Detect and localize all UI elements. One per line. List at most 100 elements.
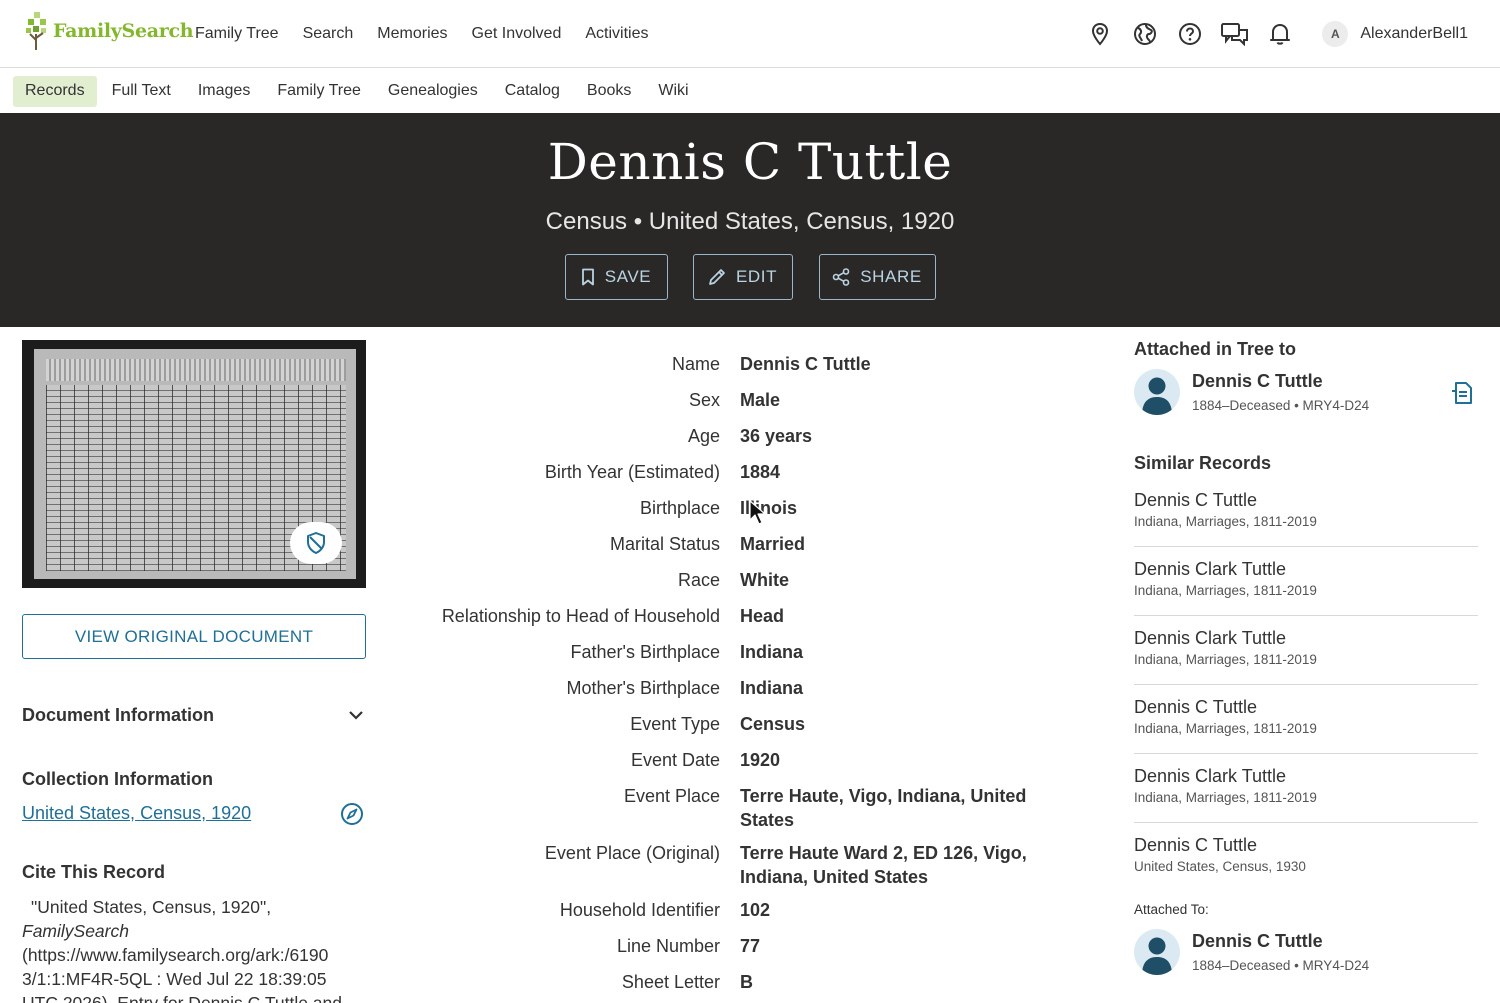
attached-person-meta: 1884–Deceased • MRY4-D24	[1192, 398, 1370, 413]
nav-get-involved[interactable]: Get Involved	[460, 25, 574, 43]
nav-search[interactable]: Search	[291, 25, 366, 43]
nav-activities[interactable]: Activities	[573, 25, 660, 43]
similar-record-name[interactable]: Dennis Clark Tuttle	[1134, 627, 1478, 649]
record-image-thumbnail[interactable]	[22, 340, 366, 588]
citation-source: FamilySearch	[22, 921, 129, 941]
subnav-wiki[interactable]: Wiki	[646, 76, 700, 107]
fact-label: Sheet Letter	[621, 972, 720, 992]
similar-record-meta: Indiana, Marriages, 1811-2019	[1134, 583, 1317, 598]
compass-icon[interactable]	[340, 802, 364, 831]
fact-row: Marital Status Married	[400, 532, 1100, 568]
citation-text: "United States, Census, 1920", FamilySea…	[22, 895, 368, 1003]
attached-person[interactable]: Dennis C Tuttle 1884–Deceased • MRY4-D24	[1134, 369, 1369, 416]
similar-record-item[interactable]: Dennis Clark Tuttle Indiana, Marriages, 1…	[1134, 754, 1478, 823]
fact-value: 1920	[740, 750, 781, 770]
subnav-full-text[interactable]: Full Text	[100, 76, 183, 107]
save-button[interactable]: SAVE	[564, 254, 668, 300]
similar-record-name[interactable]: Dennis Clark Tuttle	[1134, 765, 1478, 787]
bell-icon[interactable]	[1257, 12, 1302, 56]
similar-record-item[interactable]: Dennis C Tuttle Indiana, Marriages, 1811-…	[1134, 478, 1478, 547]
fact-label: Birthplace	[639, 498, 720, 518]
fact-value: Indiana	[740, 642, 804, 662]
fact-row: Event Date 1920	[400, 748, 1100, 784]
collection-information-heading: Collection Information	[22, 769, 213, 789]
subnav-catalog[interactable]: Catalog	[493, 76, 572, 107]
subnav-images[interactable]: Images	[186, 76, 262, 107]
fact-value: Head	[740, 606, 785, 626]
chat-icon[interactable]	[1212, 12, 1257, 56]
fact-row: Father's Birthplace Indiana	[400, 640, 1100, 676]
page-title: Dennis C Tuttle	[547, 133, 953, 191]
share-icon	[832, 268, 850, 286]
restricted-image-icon[interactable]	[290, 522, 342, 564]
subnav-family-tree[interactable]: Family Tree	[265, 76, 373, 107]
attached-to-person[interactable]: Dennis C Tuttle 1884–Deceased • MRY4-D24	[1134, 929, 1369, 976]
fact-row: Birth Year (Estimated) 1884	[400, 460, 1100, 496]
fact-label: Event Place (Original)	[544, 843, 720, 863]
fact-value: Indiana	[740, 678, 804, 698]
fact-row: Relationship to Head of Household Head	[400, 604, 1100, 640]
fact-label: Mother's Birthplace	[566, 678, 720, 698]
similar-record-name[interactable]: Dennis Clark Tuttle	[1134, 558, 1478, 580]
subnav-genealogies[interactable]: Genealogies	[376, 76, 490, 107]
cite-record-heading: Cite This Record	[22, 862, 166, 882]
citation-line: (https://www.familysearch.org/ark:/6190	[22, 945, 329, 965]
similar-record-item[interactable]: Dennis C Tuttle Indiana, Marriages, 1811-…	[1134, 685, 1478, 754]
record-facts: Name Dennis C Tuttle Sex Male Age 36 years …	[400, 352, 1100, 1003]
fact-row: Event Place Terre Haute, Vigo, Indiana, U…	[400, 784, 1100, 841]
nav-memories[interactable]: Memories	[365, 25, 459, 43]
similar-record-item[interactable]: Dennis Clark Tuttle Indiana, Marriages, 1…	[1134, 616, 1478, 685]
help-icon[interactable]	[1167, 12, 1212, 56]
view-original-document-button[interactable]: VIEW ORIGINAL DOCUMENT	[22, 614, 366, 659]
fact-label: Race	[677, 570, 720, 590]
fact-row: Sheet Letter B	[400, 970, 1100, 1003]
citation-line: FamilySearch	[22, 919, 368, 943]
nav-family-tree[interactable]: Family Tree	[183, 25, 291, 43]
fact-value: Dennis C Tuttle	[740, 354, 871, 374]
similar-record-item[interactable]: Dennis Clark Tuttle Indiana, Marriages, 1…	[1134, 547, 1478, 616]
fact-label: Age	[687, 426, 720, 446]
similar-record-name[interactable]: Dennis C Tuttle	[1134, 834, 1478, 856]
share-button[interactable]: SHARE	[818, 254, 936, 300]
edit-button[interactable]: EDIT	[692, 254, 793, 300]
similar-record-item[interactable]: Dennis C Tuttle United States, Census, 19…	[1134, 823, 1478, 892]
similar-record-name[interactable]: Dennis C Tuttle	[1134, 696, 1478, 718]
user-avatar[interactable]: A	[1322, 21, 1349, 47]
subnav-records[interactable]: Records	[13, 75, 97, 107]
main-nav: Family Tree Search Memories Get Involved…	[183, 0, 660, 68]
fact-value: Illinois	[740, 498, 798, 518]
fact-row: Birthplace Illinois	[400, 496, 1100, 532]
header-icons: A AlexanderBell1	[1077, 0, 1500, 68]
attached-person-details: Dennis C Tuttle 1884–Deceased • MRY4-D24	[1192, 369, 1369, 416]
fact-row: Mother's Birthplace Indiana	[400, 676, 1100, 712]
fact-label: Event Date	[630, 750, 720, 770]
subnav-books[interactable]: Books	[575, 76, 643, 107]
fact-value: B	[740, 972, 753, 992]
globe-icon[interactable]	[1122, 12, 1167, 56]
fact-value: White	[740, 570, 789, 590]
search-sub-nav: Records Full Text Images Family Tree Gen…	[0, 68, 1500, 114]
census-page-header	[46, 359, 346, 381]
similar-records-heading: Similar Records	[1134, 453, 1272, 473]
fact-label: Father's Birthplace	[570, 642, 720, 662]
person-avatar	[1134, 369, 1180, 415]
fact-label: Sex	[688, 390, 720, 410]
familysearch-logo[interactable]: FamilySearch	[24, 10, 194, 50]
fact-value: 36 years	[740, 426, 813, 446]
similar-record-name[interactable]: Dennis C Tuttle	[1134, 489, 1478, 511]
document-information-toggle[interactable]: Document Information	[22, 700, 366, 730]
fact-row: Event Type Census	[400, 712, 1100, 748]
attached-person-name[interactable]: Dennis C Tuttle	[1192, 369, 1369, 393]
attached-to-person-name[interactable]: Dennis C Tuttle	[1192, 929, 1369, 953]
fact-value: 102	[740, 900, 771, 920]
fact-value: Male	[740, 390, 781, 410]
attached-in-tree-heading: Attached in Tree to	[1134, 339, 1297, 359]
collection-link[interactable]: United States, Census, 1920	[22, 803, 251, 824]
fact-label: Event Type	[630, 714, 720, 734]
location-pin-icon[interactable]	[1077, 12, 1122, 56]
tree-record-icon[interactable]	[1450, 380, 1476, 411]
fact-label: Household Identifier	[559, 900, 720, 920]
citation-line: "United States, Census, 1920",	[31, 897, 272, 917]
fact-row: Line Number 77	[400, 934, 1100, 970]
username[interactable]: AlexanderBell1	[1360, 25, 1468, 43]
